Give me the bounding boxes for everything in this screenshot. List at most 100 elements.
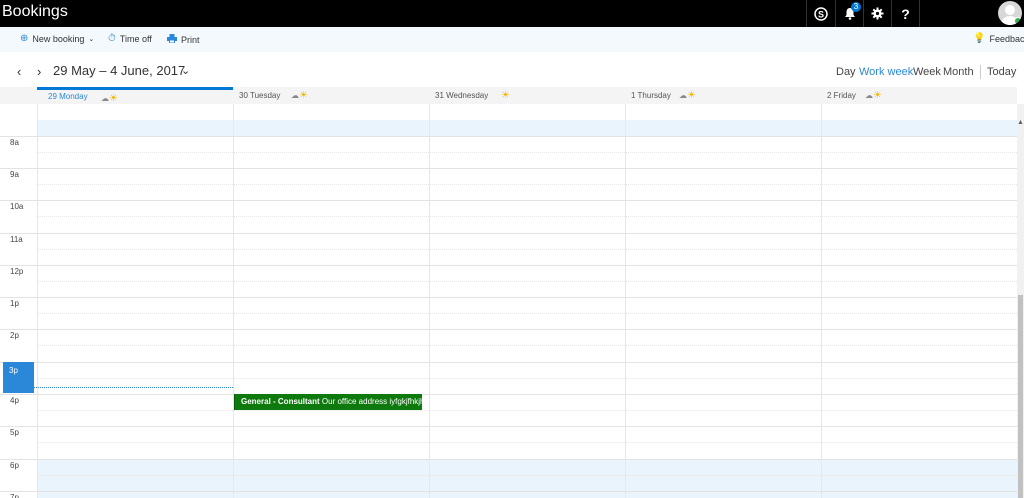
day-header-wednesday[interactable]: 31 Wednesday ☀ xyxy=(429,87,625,104)
half-hour-line xyxy=(37,410,1017,411)
day-header-monday[interactable]: 29 Monday ☁☀ xyxy=(37,87,233,104)
partly-sunny-icon: ☁☀ xyxy=(291,90,308,101)
hour-line xyxy=(0,362,1017,363)
day-header-thursday[interactable]: 1 Thursday ☁☀ xyxy=(625,87,821,104)
printer-icon xyxy=(167,34,177,46)
half-hour-line xyxy=(37,378,1017,379)
time-off-button[interactable]: ⏱ Time off xyxy=(108,33,152,45)
hour-line xyxy=(0,491,1017,492)
day-divider xyxy=(429,104,430,498)
avatar[interactable] xyxy=(998,1,1022,25)
after-hours-band xyxy=(37,459,1017,498)
hour-line xyxy=(0,168,1017,169)
next-week-button[interactable]: › xyxy=(37,64,41,79)
view-day-button[interactable]: Day xyxy=(836,66,856,78)
scrollbar-thumb[interactable] xyxy=(1018,295,1023,498)
notifications-button[interactable]: 3 xyxy=(835,0,863,27)
presence-available-icon xyxy=(1014,17,1022,25)
time-off-label: Time off xyxy=(119,34,152,44)
help-icon[interactable]: ? xyxy=(891,0,919,27)
view-separator xyxy=(980,65,981,79)
view-month-button[interactable]: Month xyxy=(943,66,974,78)
sunny-icon: ☀ xyxy=(501,90,510,101)
all-day-band[interactable] xyxy=(37,120,1017,136)
new-booking-label: New booking xyxy=(32,34,85,44)
app-title[interactable]: Bookings xyxy=(2,3,68,21)
day-header-tuesday[interactable]: 30 Tuesday ☁☀ xyxy=(233,87,429,104)
time-label: 6p xyxy=(10,461,19,470)
stopwatch-icon: ⏱ xyxy=(108,33,116,44)
view-week-button[interactable]: Week xyxy=(913,66,941,78)
hour-line xyxy=(0,459,1017,460)
day-divider xyxy=(37,104,38,498)
topbar-divider xyxy=(919,0,920,27)
calendar-grid[interactable]: 8a 9a 10a 11a 12p 1p 2p 3p 4p 5p 6p 7p G… xyxy=(0,104,1017,498)
day-label: 29 Monday xyxy=(48,92,88,101)
feedback-label: Feedback xyxy=(989,34,1024,44)
half-hour-line xyxy=(37,281,1017,282)
hour-line xyxy=(0,329,1017,330)
print-button[interactable]: Print xyxy=(167,34,200,46)
hour-line xyxy=(0,297,1017,298)
time-label: 7p xyxy=(10,493,19,498)
appointment-block[interactable]: General - Consultant Our office address … xyxy=(234,394,422,410)
half-hour-line xyxy=(37,152,1017,153)
half-hour-line xyxy=(37,313,1017,314)
current-time-line xyxy=(34,387,233,388)
time-label: 10a xyxy=(10,202,24,211)
day-divider xyxy=(625,104,626,498)
svg-text:S: S xyxy=(817,9,823,19)
half-hour-line xyxy=(37,345,1017,346)
new-booking-button[interactable]: ⊕ New booking ⌄ xyxy=(20,33,95,45)
day-divider xyxy=(233,104,234,498)
feedback-button[interactable]: 💡 Feedback xyxy=(973,33,1024,45)
add-circle-icon: ⊕ xyxy=(20,33,29,44)
half-hour-line xyxy=(37,184,1017,185)
hour-line xyxy=(0,265,1017,266)
view-work-week-button[interactable]: Work week xyxy=(859,66,913,78)
half-hour-line xyxy=(37,442,1017,443)
day-divider xyxy=(821,104,822,498)
day-label: 30 Tuesday xyxy=(239,91,281,100)
hour-line xyxy=(0,136,1017,137)
appointment-title: General - Consultant xyxy=(241,397,320,406)
hour-line xyxy=(0,394,1017,395)
date-range-chevron-icon[interactable]: ⌄ xyxy=(181,64,190,77)
command-bar: ⊕ New booking ⌄ ⏱ Time off Print 💡 Feedb… xyxy=(0,27,1024,52)
print-label: Print xyxy=(181,35,200,45)
current-time-marker: 3p xyxy=(3,362,34,393)
day-label: 1 Thursday xyxy=(631,91,671,100)
appointment-detail: Our office address iyfgkjfhkjh! xyxy=(321,397,422,406)
day-label: 2 Friday xyxy=(827,91,856,100)
half-hour-line xyxy=(37,475,1017,476)
current-time-label: 3p xyxy=(9,366,18,375)
notification-badge: 3 xyxy=(851,2,861,12)
time-label: 4p xyxy=(10,396,19,405)
chevron-down-icon: ⌄ xyxy=(88,36,95,43)
lightbulb-icon: 💡 xyxy=(973,33,986,44)
partly-sunny-icon: ☁☀ xyxy=(101,93,118,104)
today-button[interactable]: Today xyxy=(987,66,1016,78)
time-label: 5p xyxy=(10,428,19,437)
gear-icon[interactable] xyxy=(863,0,891,27)
day-label: 31 Wednesday xyxy=(435,91,489,100)
hour-line xyxy=(0,200,1017,201)
skype-icon[interactable]: S xyxy=(806,0,834,27)
partly-sunny-icon: ☁☀ xyxy=(865,90,882,101)
time-label: 1p xyxy=(10,299,19,308)
time-label: 11a xyxy=(10,235,23,244)
partly-sunny-icon: ☁☀ xyxy=(679,90,696,101)
half-hour-line xyxy=(37,249,1017,250)
day-header-friday[interactable]: 2 Friday ☁☀ xyxy=(821,87,1017,104)
time-label: 9a xyxy=(10,170,19,179)
time-label: 8a xyxy=(10,138,19,147)
half-hour-line xyxy=(37,216,1017,217)
time-label: 12p xyxy=(10,267,24,276)
time-label: 2p xyxy=(10,331,19,340)
hour-line xyxy=(0,426,1017,427)
date-range-title[interactable]: 29 May – 4 June, 2017 xyxy=(53,63,185,78)
previous-week-button[interactable]: ‹ xyxy=(17,64,21,79)
hour-line xyxy=(0,233,1017,234)
scroll-up-icon[interactable]: ▲ xyxy=(1017,119,1024,129)
top-bar: Bookings S 3 ? xyxy=(0,0,1024,27)
